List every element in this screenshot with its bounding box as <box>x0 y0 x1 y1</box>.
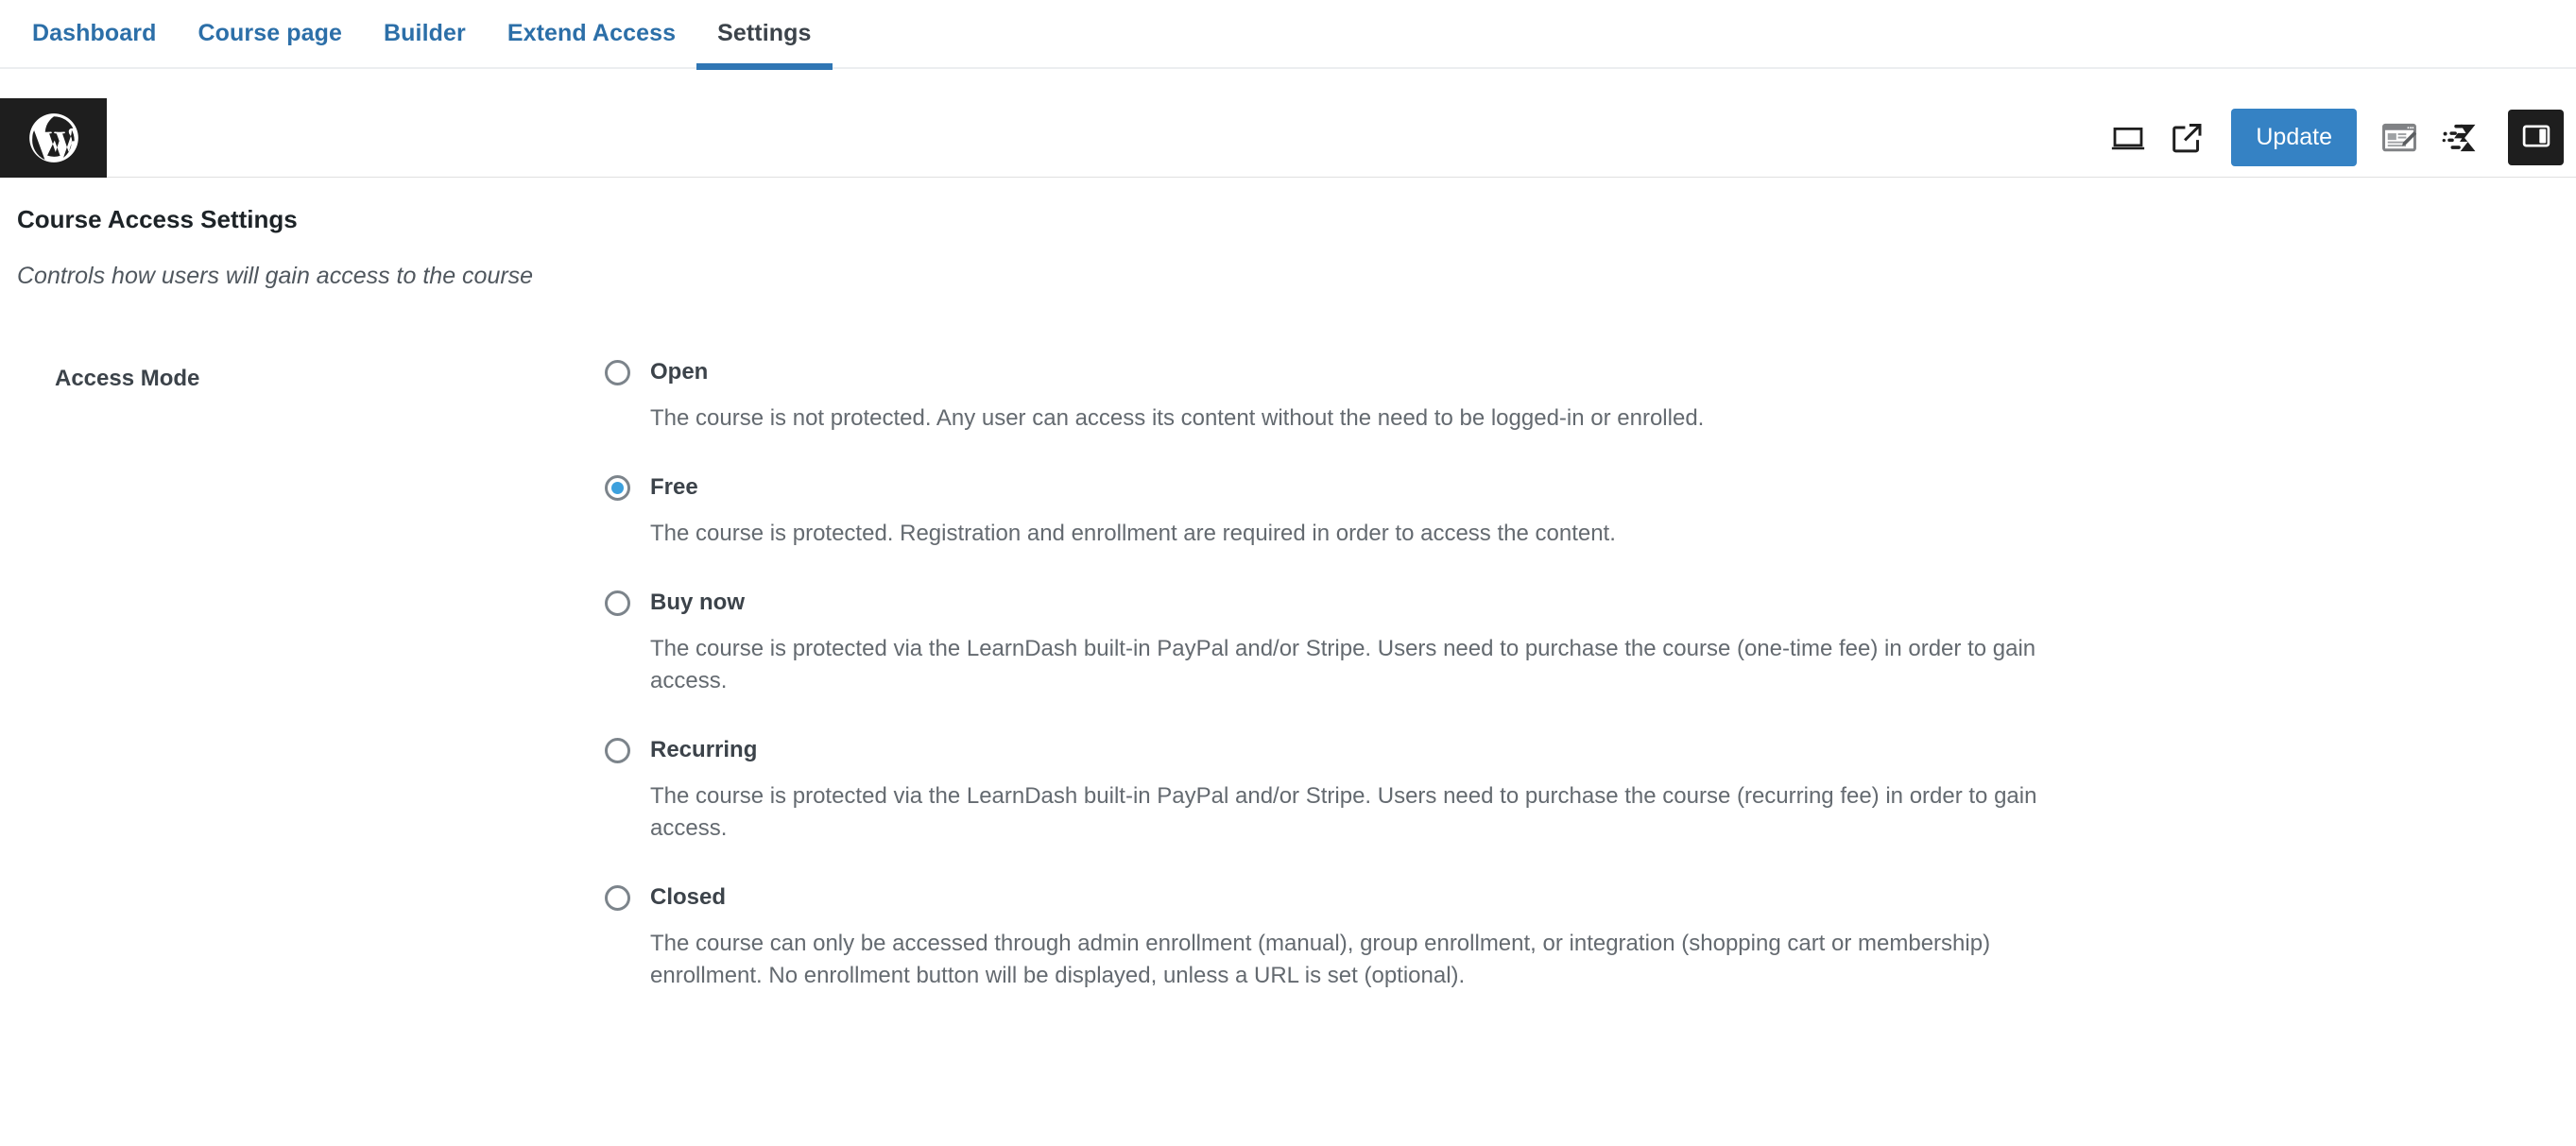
radio-description-open: The course is not protected. Any user ca… <box>650 405 1705 432</box>
edit-post-icon <box>2379 118 2419 158</box>
radio-input-closed[interactable] <box>605 884 630 911</box>
learndash-button[interactable] <box>2429 109 2495 167</box>
nav-tab-course-page[interactable]: Course page <box>177 0 363 68</box>
sidebar-layout-icon <box>2519 119 2553 156</box>
page-subtitle: Controls how users will gain access to t… <box>17 262 534 289</box>
page-title: Course Access Settings <box>17 205 298 233</box>
radio-input-recurring[interactable] <box>605 737 630 763</box>
access-mode-label: Access Mode <box>55 366 200 392</box>
course-access-settings-panel: Course Access Settings Controls how user… <box>0 178 2576 1032</box>
radio-option-buy-now[interactable]: Buy now The course is protected via the … <box>605 590 2074 697</box>
access-mode-radio-group: Open The course is not protected. Any us… <box>605 359 2576 1032</box>
radio-label-buy-now[interactable]: Buy now <box>650 590 745 617</box>
radio-description-buy-now: The course is protected via the LearnDas… <box>650 635 2036 693</box>
edit-post-button[interactable] <box>2370 109 2429 167</box>
radio-option-recurring[interactable]: Recurring The course is protected via th… <box>605 737 2074 845</box>
radio-option-closed[interactable]: Closed The course can only be accessed t… <box>605 884 2074 992</box>
update-button[interactable]: Update <box>2231 109 2357 166</box>
nav-tab-dashboard[interactable]: Dashboard <box>11 0 177 68</box>
desktop-view-button[interactable] <box>2099 109 2157 167</box>
radio-description-recurring: The course is protected via the LearnDas… <box>650 782 2037 841</box>
editor-header: Update <box>0 97 2576 178</box>
desktop-view-icon <box>2108 118 2148 158</box>
wordpress-logo-icon <box>25 109 83 167</box>
radio-option-free[interactable]: Free The course is protected. Registrati… <box>605 474 2074 550</box>
nav-tab-settings[interactable]: Settings <box>696 0 833 70</box>
preview-button[interactable] <box>2157 109 2216 167</box>
radio-input-free[interactable] <box>605 475 630 502</box>
sidebar-toggle-button[interactable] <box>2508 110 2564 165</box>
wordpress-logo-button[interactable] <box>0 97 107 178</box>
radio-input-buy-now[interactable] <box>605 590 630 616</box>
radio-label-free[interactable]: Free <box>650 474 698 502</box>
external-link-preview-icon <box>2167 118 2207 158</box>
radio-description-free: The course is protected. Registration an… <box>650 520 1616 546</box>
learndash-logo-icon <box>2440 118 2483 158</box>
nav-tab-builder[interactable]: Builder <box>363 0 487 68</box>
radio-label-open[interactable]: Open <box>650 359 708 386</box>
editor-header-actions: Update <box>2099 98 2576 178</box>
course-nav-tabs: Dashboard Course page Builder Extend Acc… <box>0 0 2576 70</box>
access-mode-field-row: Access Mode Open The course is not prote… <box>0 359 2576 1032</box>
radio-label-closed[interactable]: Closed <box>650 884 726 912</box>
radio-description-closed: The course can only be accessed through … <box>650 930 1991 988</box>
radio-input-open[interactable] <box>605 360 630 386</box>
radio-option-open[interactable]: Open The course is not protected. Any us… <box>605 359 2074 435</box>
radio-label-recurring[interactable]: Recurring <box>650 737 757 764</box>
nav-tab-extend-access[interactable]: Extend Access <box>487 0 696 68</box>
